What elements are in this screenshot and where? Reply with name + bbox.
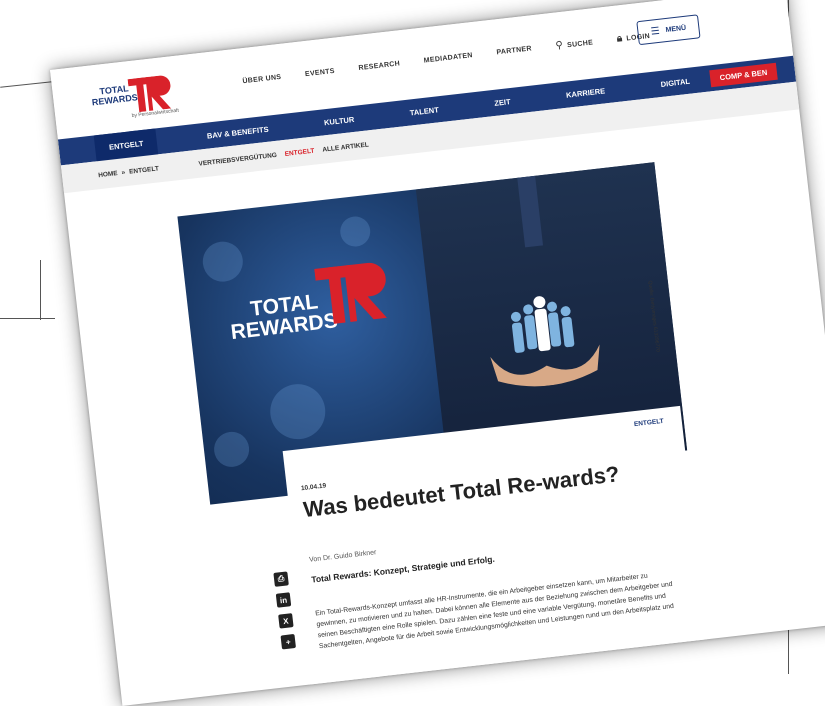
breadcrumb-separator: » xyxy=(121,168,126,177)
cat-karriere[interactable]: KARRIERE xyxy=(566,86,606,99)
subtab-entgelt[interactable]: ENTGELT xyxy=(284,147,314,157)
nav-mediadaten[interactable]: MEDIADATEN xyxy=(423,52,473,65)
lock-icon: 🔒︎ xyxy=(616,33,624,45)
nav-events[interactable]: EVENTS xyxy=(305,68,335,78)
frame-line-mid xyxy=(0,318,55,319)
article-date: 10.04.19 xyxy=(300,482,327,493)
cat-talent[interactable]: TALENT xyxy=(409,105,439,117)
menu-button[interactable]: ☰ MENÜ xyxy=(636,14,701,46)
hero-tr-icon xyxy=(314,262,387,324)
plus-icon[interactable]: + xyxy=(280,633,296,650)
article-title: Was bedeutet Total Re-wards? xyxy=(301,461,621,523)
cat-bav-benefits[interactable]: BAV & BENEFITS xyxy=(206,124,269,140)
nav-partner[interactable]: PARTNER xyxy=(496,45,532,56)
frame-line-left xyxy=(40,260,41,320)
share-bar: ⎙ in X + xyxy=(273,571,298,650)
hamburger-icon: ☰ xyxy=(650,25,661,38)
cat-digital[interactable]: DIGITAL xyxy=(660,76,690,88)
article-card: ENTGELT 10.04.19 Was bedeutet Total Re-w… xyxy=(282,405,708,690)
webpage: TOTAL REWARDS by Personalwirtschaft ÜBER… xyxy=(50,0,825,706)
search-icon: ⚲ xyxy=(554,39,564,52)
hero-logo-text: TOTAL REWARDS xyxy=(229,290,339,345)
print-icon[interactable]: ⎙ xyxy=(273,571,289,587)
comp-ben-button[interactable]: COMP & BEN xyxy=(708,62,779,87)
nav-ueber-uns[interactable]: ÜBER UNS xyxy=(242,74,282,85)
category-badge[interactable]: ENTGELT xyxy=(634,418,664,428)
article-author: Von Dr. Guido Birkner xyxy=(308,549,377,564)
bokeh-dot xyxy=(212,430,251,469)
site-logo[interactable]: TOTAL REWARDS by Personalwirtschaft xyxy=(90,73,184,127)
linkedin-icon[interactable]: in xyxy=(275,592,292,608)
tr-logo-icon xyxy=(127,75,172,113)
menu-label: MENÜ xyxy=(665,24,687,34)
subtab-alle-artikel[interactable]: ALLE ARTIKEL xyxy=(322,141,369,153)
nav-research[interactable]: RESEARCH xyxy=(358,60,400,72)
xing-icon[interactable]: X xyxy=(278,613,294,629)
breadcrumb-home[interactable]: HOME xyxy=(98,170,118,179)
subtab-vertriebsverguetung[interactable]: VERTRIEBSVERGÜTUNG xyxy=(198,151,277,167)
logo-text: TOTAL REWARDS xyxy=(91,83,139,108)
hero-logo: TOTAL REWARDS xyxy=(224,255,387,351)
article-body: Ein Total-Rewards-Konzept umfasst alle H… xyxy=(314,572,675,651)
cat-kultur[interactable]: KULTUR xyxy=(324,114,355,126)
cat-zeit[interactable]: ZEIT xyxy=(494,97,511,108)
bokeh-dot xyxy=(267,381,329,443)
bokeh-dot xyxy=(338,214,372,249)
hands-with-people-icon xyxy=(490,296,600,387)
breadcrumb-current[interactable]: ENTGELT xyxy=(129,165,159,175)
search-button[interactable]: ⚲ SUCHE xyxy=(555,36,594,51)
